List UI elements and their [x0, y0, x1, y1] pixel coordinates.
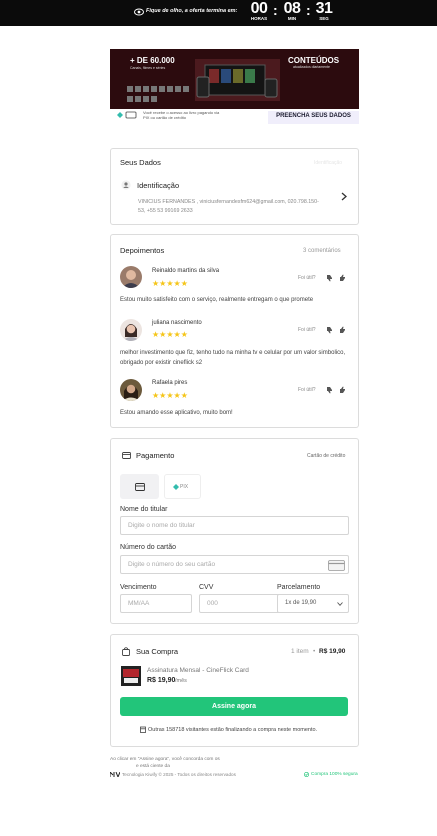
banner-cta: PREENCHA SEUS DADOS ABAIXO [268, 111, 359, 124]
product-thumbnail [121, 666, 141, 686]
expiry-input[interactable]: MM/AA [120, 594, 192, 613]
offer-text: Fique de olho, a oferta termina em: [146, 8, 238, 14]
product-period: /mês [175, 678, 187, 684]
avatar [120, 266, 142, 288]
avatar [120, 379, 142, 401]
holder-name-input[interactable]: Digite o nome do titular [120, 516, 349, 535]
thumbs-up-icon[interactable] [339, 274, 347, 282]
chevron-right-icon[interactable] [341, 192, 347, 201]
rating-stars: ★★★★★ [152, 391, 188, 400]
visitors-note: Outras 158718 visitantes estão finalizan… [148, 727, 318, 733]
time-separator: : [273, 2, 278, 18]
thumbs-down-icon[interactable] [326, 386, 334, 394]
rating-stars: ★★★★★ [152, 279, 188, 288]
order-title: Sua Compra [136, 647, 179, 656]
chevron-down-icon [337, 602, 343, 606]
reviewer-name: Reinaldo martins da silva [152, 268, 220, 274]
rating-stars: ★★★★★ [152, 330, 188, 339]
credit-card-icon [135, 483, 145, 491]
offer-countdown-bar: Fique de olho, a oferta termina em: 00 H… [0, 0, 437, 26]
product-price: R$ 19,90 [147, 677, 176, 684]
pix-method-button[interactable]: PIX [164, 474, 201, 499]
holder-label: Nome do titular [120, 506, 168, 513]
banner-devices-image [195, 59, 280, 101]
pix-icon [173, 484, 179, 490]
review-text: Estou amando esse aplicativo, muito bom! [120, 410, 233, 416]
hours-box: 00 HORAS [248, 0, 270, 22]
kiwify-logo [110, 772, 120, 777]
shopping-bag-icon [122, 647, 130, 656]
banner-left-title: + DE 60.000 [130, 56, 175, 65]
subscribe-button[interactable]: Assine agora [120, 697, 348, 716]
privacy-text: e está ciente da [136, 764, 170, 769]
testimonials-title: Depoimentos [120, 246, 165, 255]
eye-icon [134, 8, 144, 16]
thumbs-down-icon[interactable] [326, 326, 334, 334]
secure-purchase-label: Compra 100% segura [311, 772, 358, 777]
identification-line1: VINICIUS FERNANDES , viniciusfernandesfm… [138, 199, 319, 205]
helpful-label: Foi útil? [298, 327, 316, 333]
order-total: R$ 19,90 [319, 648, 346, 655]
hours-value: 00 [250, 0, 268, 17]
thumbs-up-icon[interactable] [339, 326, 347, 334]
payment-icons [117, 111, 137, 119]
thumbs-down-icon[interactable] [326, 274, 334, 282]
helpful-label: Foi útil? [298, 387, 316, 393]
devices-icon [196, 64, 278, 98]
avatar [120, 319, 142, 341]
seconds-box: 31 SEG [313, 0, 335, 22]
installments-label: Parcelamento [277, 584, 321, 591]
your-data-step: Identificação [314, 160, 343, 166]
channel-logos [126, 85, 190, 102]
banner-right-subtitle: atualizados diariamente [293, 65, 330, 69]
footer-copyright: Tecnologia Kiwify © 2025 - Todos os dire… [122, 772, 236, 777]
testimonials-card: Depoimentos 3 comentários Reinaldo marti… [110, 234, 359, 428]
credit-card-icon [122, 452, 131, 459]
user-icon [121, 180, 131, 190]
cvv-label: CVV [199, 584, 214, 591]
review-text: Estou muito satisfeito com o serviço, re… [120, 297, 314, 303]
card-method-button[interactable] [120, 474, 159, 499]
identification-title: Identificação [137, 181, 180, 190]
seconds-value: 31 [315, 0, 333, 17]
helpful-label: Foi útil? [298, 275, 316, 281]
terms-text: Ao clicar em "Assine agora", você concor… [110, 757, 220, 762]
identification-line2: 53, +55 53 99169 2633 [138, 208, 193, 214]
installments-value: 1x de 19,90 [285, 600, 317, 606]
reviewer-name: Rafaela pires [152, 380, 188, 386]
expiry-label: Vencimento [120, 584, 157, 591]
product-name: Assinatura Mensal - CineFlick Card [147, 667, 249, 674]
check-circle-icon [304, 772, 309, 777]
minutes-value: 08 [283, 0, 301, 17]
payment-card: Pagamento Cartão de crédito PIX Nome do … [110, 438, 359, 624]
review-text: melhor investimento que fiz, tenho tudo … [120, 350, 346, 366]
card-number-input[interactable]: Digite o número do seu cartão [120, 555, 349, 574]
banner-right-title: CONTEÚDOS [288, 56, 340, 65]
order-item-count: 1 item [291, 648, 309, 655]
banner-payment-text: Você recebe o acesso ao livro pagando vi… [143, 110, 220, 120]
installments-select[interactable]: 1x de 19,90 [277, 594, 349, 613]
card-number-label: Número do cartão [120, 544, 177, 551]
time-separator: : [306, 2, 311, 18]
pix-label: PIX [180, 484, 189, 490]
calendar-icon [140, 726, 146, 733]
your-data-title: Seus Dados [120, 158, 161, 167]
testimonials-count: 3 comentários [303, 248, 341, 254]
payment-title: Pagamento [136, 451, 175, 460]
payment-method-label: Cartão de crédito [307, 453, 346, 459]
thumbs-up-icon[interactable] [339, 386, 347, 394]
card-brand-icon [328, 560, 345, 571]
minutes-box: 08 MIN [281, 0, 303, 22]
promo-banner: + DE 60.000 Canais, filmes e séries CONT… [110, 49, 359, 124]
hours-label: HORAS [250, 16, 268, 21]
reviewer-name: juliana nascimento [152, 320, 202, 326]
your-data-card: Seus Dados Identificação Identificação V… [110, 148, 359, 225]
order-separator: • [313, 648, 316, 655]
banner-left-subtitle: Canais, filmes e séries [130, 66, 166, 70]
order-summary-card: Sua Compra 1 item • R$ 19,90 Assinatura … [110, 634, 359, 747]
